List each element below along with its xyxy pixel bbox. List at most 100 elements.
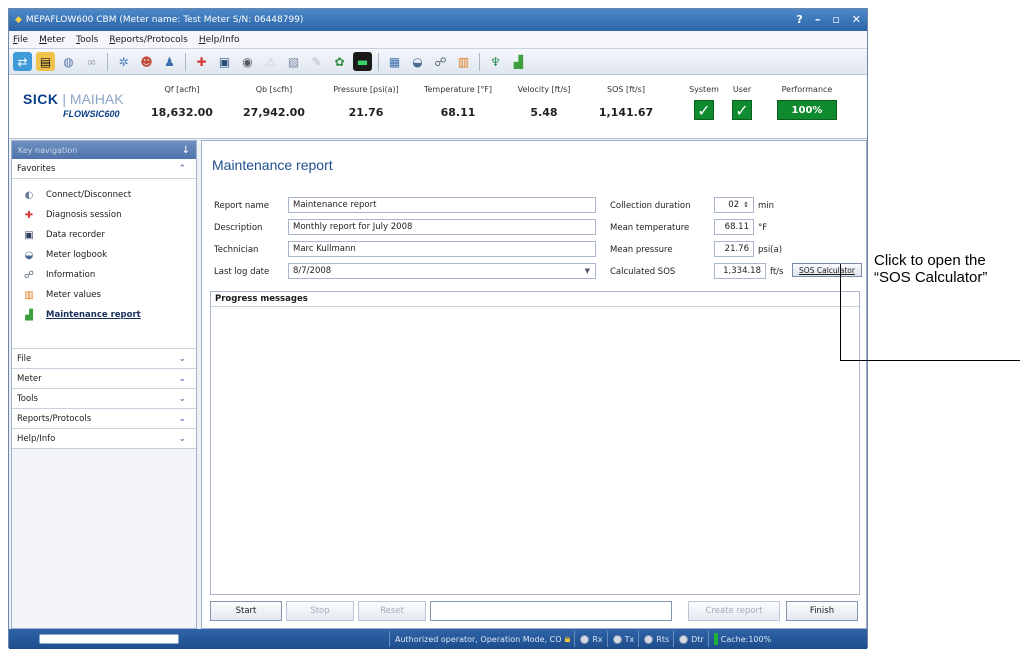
group-file[interactable]: File ⌄ <box>12 349 196 369</box>
toolbar-separator <box>378 52 379 71</box>
folder-toolbar-icon[interactable]: ▤ <box>36 52 55 71</box>
technician-field[interactable]: Marc Kullmann <box>288 241 596 257</box>
sick-maihak-logo: SICK | MAIHAK FLOWSIC600 <box>23 91 124 119</box>
callout-line-1: Click to open the <box>874 252 986 269</box>
sidebar-item-meter-values[interactable]: ▥ Meter values <box>12 285 196 305</box>
sidebar-item-logbook[interactable]: ◒ Meter logbook <box>12 245 196 265</box>
sidebar-item-recorder[interactable]: ▣ Data recorder <box>12 225 196 245</box>
users-toolbar-icon[interactable]: ☻ <box>137 52 156 71</box>
menu-reports-protocols[interactable]: Reports/Protocols <box>109 35 188 45</box>
minimize-button[interactable]: – <box>815 13 821 26</box>
system-label: System <box>689 85 719 94</box>
sidebar-item-information[interactable]: ☍ Information <box>12 265 196 285</box>
monitor-toolbar-icon[interactable]: ▬ <box>353 52 372 71</box>
last-log-date-label: Last log date <box>214 267 270 277</box>
cache-indicator: Cache:100% <box>707 631 771 647</box>
information-toolbar-icon[interactable]: ☍ <box>431 52 450 71</box>
person-toolbar-icon[interactable]: ♟ <box>160 52 179 71</box>
group-label: Reports/Protocols <box>17 413 92 424</box>
sos-calculator-button[interactable]: SOS Calculator <box>792 263 862 277</box>
description-field[interactable]: Monthly report for July 2008 <box>288 219 596 235</box>
menu-help-info[interactable]: Help/Info <box>199 35 240 45</box>
app-icon: ◆ <box>15 15 22 25</box>
group-tools[interactable]: Tools ⌄ <box>12 389 196 409</box>
recorder-toolbar-icon[interactable]: ▣ <box>215 52 234 71</box>
menu-file[interactable]: File <box>13 35 28 45</box>
network-toolbar-icon[interactable]: ✿ <box>330 52 349 71</box>
system-check-icon[interactable]: ✓ <box>694 100 714 120</box>
measurement-label: Velocity [ft/s] <box>517 85 571 94</box>
group-help-info[interactable]: Help/Info ⌄ <box>12 429 196 449</box>
meter-values-toolbar-icon[interactable]: ▥ <box>454 52 473 71</box>
settings-toolbar-icon[interactable]: ✲ <box>114 52 133 71</box>
user-check-icon[interactable]: ✓ <box>732 100 752 120</box>
window-title: MEPAFLOW600 CBM (Meter name: Test Meter … <box>25 15 304 25</box>
table-toolbar-icon[interactable]: ▦ <box>385 52 404 71</box>
sidebar-item-connect[interactable]: ◐ Connect/Disconnect <box>12 185 196 205</box>
measurement-qf: Qf [acfh] 18,632.00 <box>137 85 227 119</box>
diagnosis-toolbar-icon[interactable]: ✚ <box>192 52 211 71</box>
stepper-arrows-icon[interactable]: ⇕ <box>743 201 749 209</box>
logbook-toolbar-icon[interactable]: ◒ <box>408 52 427 71</box>
group-favorites[interactable]: Favorites ⌃ <box>12 159 196 179</box>
start-button[interactable]: Start <box>210 601 282 621</box>
toolbar-separator <box>479 52 480 71</box>
lock-icon[interactable]: 🔒︎ <box>565 632 571 646</box>
rx-label: Rx <box>592 634 603 644</box>
pin-icon[interactable]: ↓ <box>182 145 190 156</box>
mean-pressure-field[interactable]: 21.76 <box>714 241 754 257</box>
sidebar-item-label: Information <box>46 270 96 280</box>
sidebar-item-diagnosis[interactable]: ✚ Diagnosis session <box>12 205 196 225</box>
binoculars-toolbar-icon[interactable]: ◉ <box>238 52 257 71</box>
key-navigation-label: Key navigation <box>18 145 78 155</box>
technician-label: Technician <box>214 245 259 255</box>
maintenance-report-panel: Maintenance report Report name Maintenan… <box>201 140 867 629</box>
callout-leader-vertical <box>840 264 841 360</box>
menu-tools[interactable]: Tools <box>76 35 98 45</box>
link-toolbar-icon[interactable]: ∞ <box>82 52 101 71</box>
finish-button[interactable]: Finish <box>786 601 858 621</box>
dtr-indicator: Dtr <box>673 631 704 647</box>
measurement-label: Qf [acfh] <box>164 85 200 94</box>
dropdown-arrow-icon[interactable]: ▼ <box>585 267 590 275</box>
status-indicators: Authorized operator, Operation Mode, CO … <box>389 629 771 649</box>
tx-label: Tx <box>624 634 635 644</box>
measurement-temperature: Temperature [°F] 68.11 <box>413 85 503 119</box>
measurement-value: 21.76 <box>348 106 384 119</box>
filter-toolbar-icon[interactable]: ♆ <box>486 52 505 71</box>
collection-duration-value: 02 <box>728 200 740 210</box>
group-reports-protocols[interactable]: Reports/Protocols ⌄ <box>12 409 196 429</box>
calculated-sos-field[interactable]: 1,334.18 <box>714 263 766 279</box>
measurement-label: SOS [ft/s] <box>607 85 645 94</box>
pen-toolbar-icon[interactable]: ✎ <box>307 52 326 71</box>
performance-status: Performance 100% <box>769 85 845 120</box>
chevron-down-icon: ⌄ <box>178 373 186 384</box>
help-button[interactable]: ? <box>796 13 802 26</box>
menu-meter[interactable]: Meter <box>39 35 65 45</box>
favorites-list: ◐ Connect/Disconnect ✚ Diagnosis session… <box>12 179 196 349</box>
collection-duration-stepper[interactable]: 02 ⇕ <box>714 197 754 213</box>
reset-button[interactable]: Reset <box>358 601 426 621</box>
report-name-field[interactable]: Maintenance report <box>288 197 596 213</box>
sidebar-item-label: Data recorder <box>46 230 105 240</box>
callout-line-2: “SOS Calculator” <box>874 269 988 286</box>
sidebar-item-maintenance-report[interactable]: ▟ Maintenance report <box>12 305 196 325</box>
document-toolbar-icon[interactable]: ▧ <box>284 52 303 71</box>
mean-temperature-field[interactable]: 68.11 <box>714 219 754 235</box>
status-progress-bar <box>39 634 179 644</box>
warning-toolbar-icon[interactable]: ⚠ <box>261 52 280 71</box>
close-button[interactable]: ✕ <box>852 13 861 26</box>
satellite-toolbar-icon[interactable]: ◍ <box>59 52 78 71</box>
group-meter[interactable]: Meter ⌄ <box>12 369 196 389</box>
chart-toolbar-icon[interactable]: ▟ <box>509 52 528 71</box>
report-name-label: Report name <box>214 201 269 211</box>
connect-toolbar-icon[interactable]: ⇄ <box>13 52 32 71</box>
last-log-date-select[interactable]: 8/7/2008 ▼ <box>288 263 596 279</box>
toolbar-separator <box>107 52 108 71</box>
measurement-pressure: Pressure [psi(a)] 21.76 <box>321 85 411 119</box>
performance-bar[interactable]: 100% <box>777 100 837 120</box>
maximize-button[interactable]: ▫ <box>832 13 839 26</box>
chevron-down-icon: ⌄ <box>178 413 186 424</box>
create-report-button[interactable]: Create report <box>688 601 780 621</box>
stop-button[interactable]: Stop <box>286 601 354 621</box>
